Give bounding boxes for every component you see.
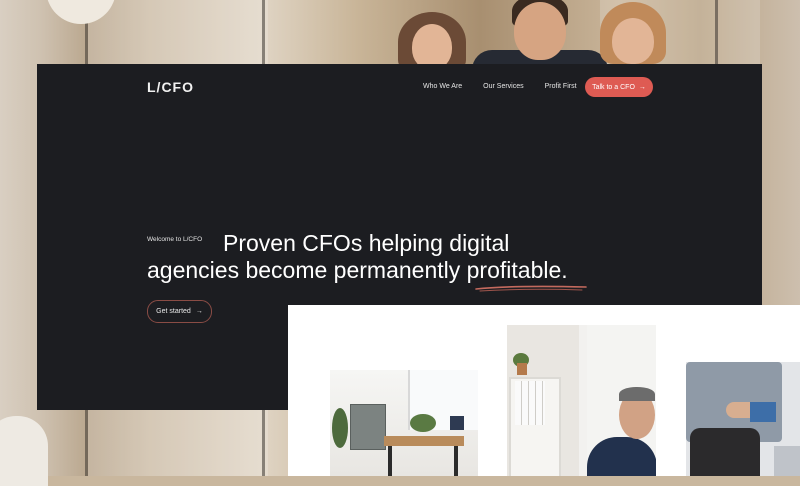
hero-headline: Proven CFOs helping digital agencies bec… [147, 230, 607, 284]
nav-profit-first[interactable]: Profit First [545, 83, 577, 90]
talk-to-cfo-button[interactable]: Talk to a CFO → [585, 77, 653, 97]
arrow-right-icon: → [638, 83, 646, 91]
main-nav: Who We Are Our Services Profit First [423, 83, 598, 90]
image-gallery-panel [288, 305, 800, 476]
cta-label: Talk to a CFO [592, 83, 635, 91]
get-started-label: Get started [156, 308, 191, 315]
nav-who-we-are[interactable]: Who We Are [423, 83, 462, 90]
arrow-right-icon: → [195, 308, 203, 315]
nav-our-services[interactable]: Our Services [483, 83, 523, 90]
headline-emphasis: profitable [466, 257, 562, 283]
portrait-photo [507, 325, 656, 476]
office-photo [330, 370, 478, 476]
headline-end: . [561, 257, 568, 283]
get-started-button[interactable]: Get started → [147, 300, 212, 323]
logo[interactable]: L/CFO [147, 79, 194, 95]
brush-underline [475, 285, 587, 292]
headline-main: Proven CFOs helping digital agencies bec… [147, 230, 510, 283]
meeting-photo [686, 362, 800, 476]
